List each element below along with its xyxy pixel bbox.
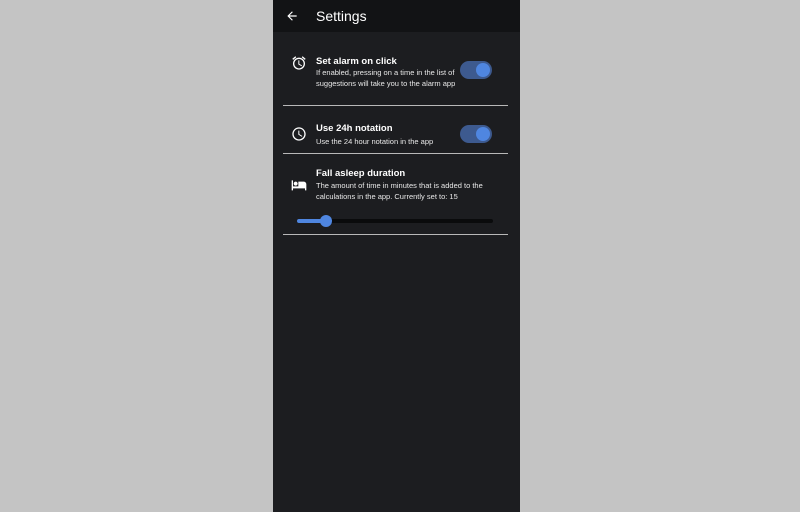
- setting-alarm-on-click: Set alarm on click If enabled, pressing …: [283, 52, 508, 104]
- toggle-knob: [476, 63, 490, 77]
- bed-icon: [291, 180, 307, 191]
- alarm-clock-icon: [292, 56, 306, 70]
- divider: [283, 105, 508, 106]
- arrow-left-icon: [287, 11, 297, 21]
- toggle-knob: [476, 127, 490, 141]
- setting-title: Use 24h notation: [316, 123, 393, 134]
- back-button[interactable]: [282, 6, 302, 26]
- setting-title: Fall asleep duration: [316, 168, 406, 179]
- app-bar: Settings: [273, 0, 520, 32]
- setting-description: If enabled, pressing on a time in the li…: [316, 68, 456, 88]
- alarm-on-click-toggle[interactable]: [460, 61, 492, 79]
- divider: [283, 153, 508, 154]
- divider: [283, 234, 508, 235]
- 24h-notation-toggle[interactable]: [460, 125, 492, 143]
- clock-icon: [292, 127, 306, 141]
- page-title: Settings: [316, 8, 367, 24]
- app-screen: Settings Set alarm on click If enabled, …: [273, 0, 520, 512]
- setting-description: The amount of time in minutes that is ad…: [316, 181, 483, 201]
- setting-24h-notation: Use 24h notation Use the 24 hour notatio…: [283, 120, 508, 152]
- slider-thumb[interactable]: [320, 215, 333, 227]
- setting-fall-asleep-duration: Fall asleep duration The amount of time …: [283, 166, 508, 206]
- fall-asleep-duration-slider[interactable]: [297, 214, 493, 228]
